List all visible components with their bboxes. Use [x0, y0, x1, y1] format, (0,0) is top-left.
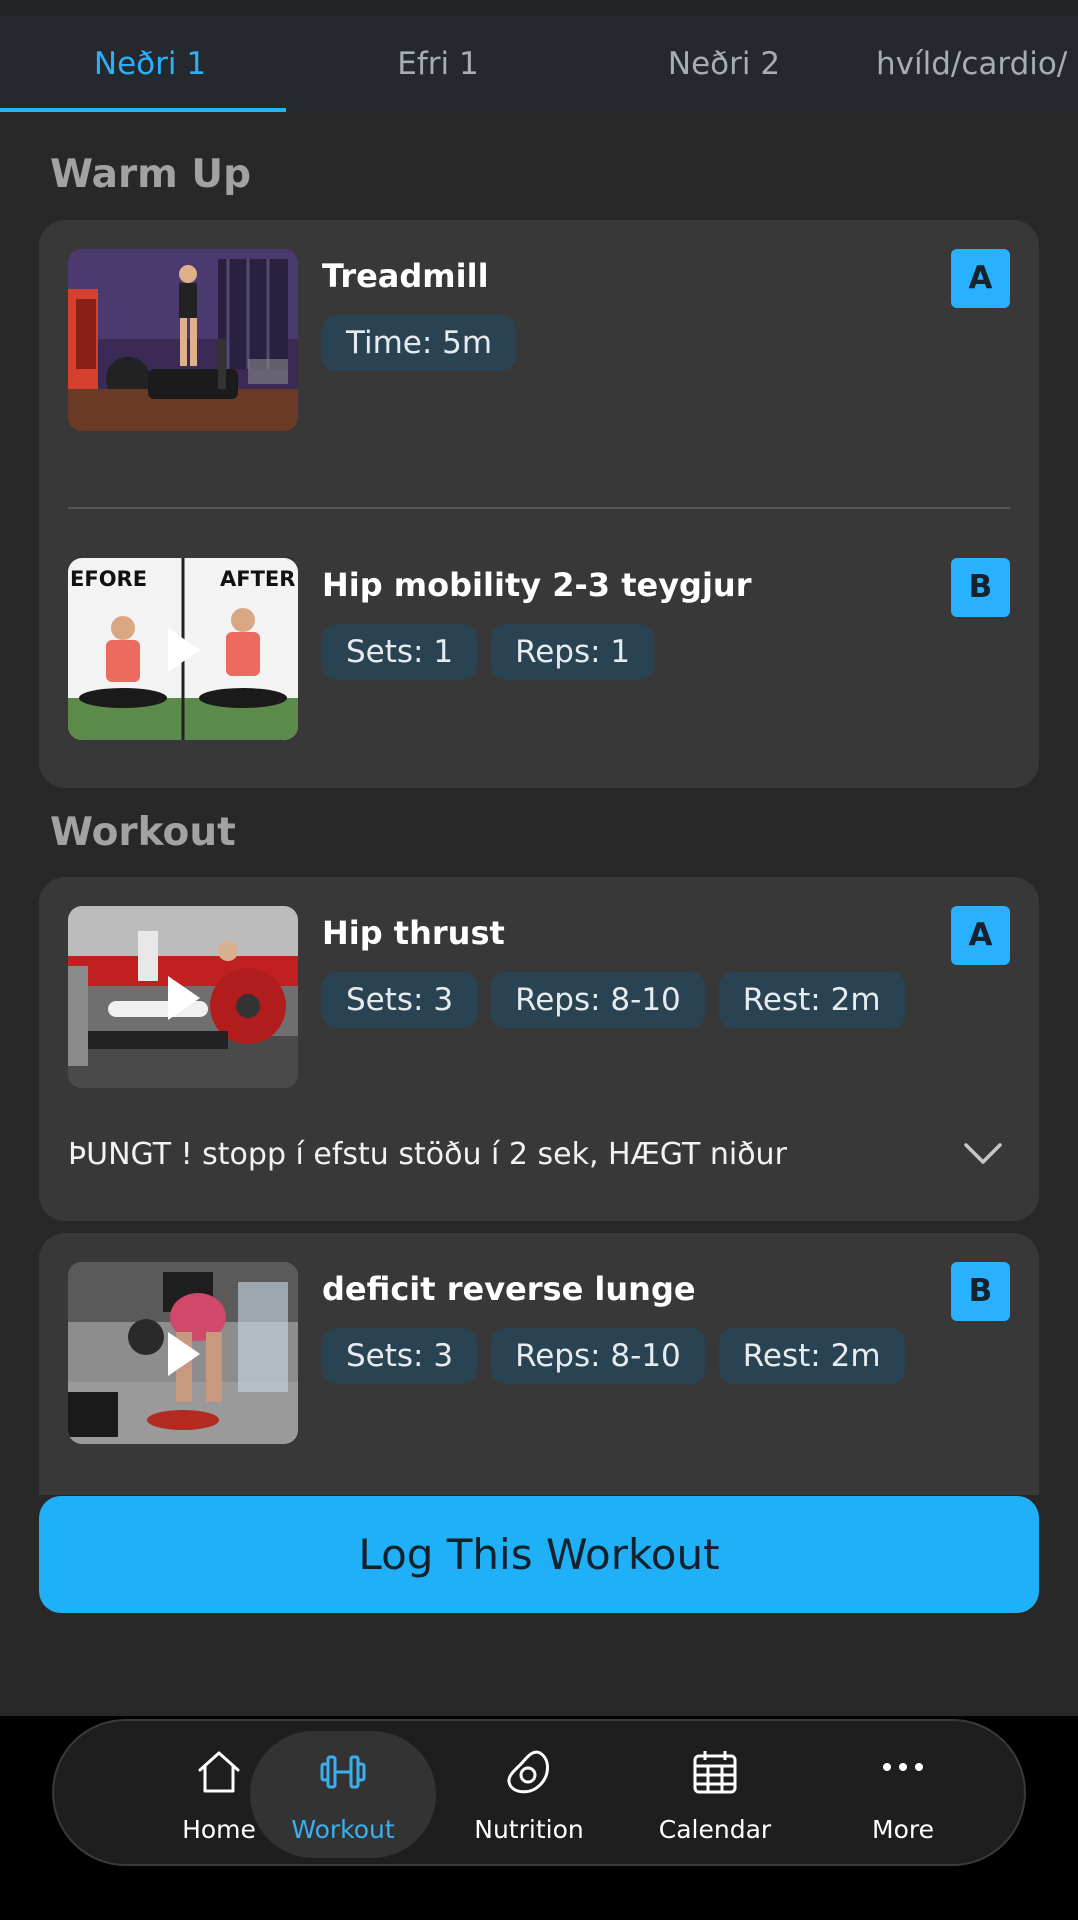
exercise-name: deficit reverse lunge — [322, 1270, 696, 1308]
badge-rest: Rest: 2m — [718, 1328, 905, 1384]
status-bar-strip — [0, 0, 1078, 16]
nav-label: More — [872, 1815, 934, 1844]
nav-item-calendar[interactable]: Calendar — [622, 1731, 808, 1858]
badge-sets: Sets: 1 — [322, 624, 478, 680]
nav-label: Workout — [291, 1815, 395, 1844]
tab-efri-1[interactable]: Efri 1 — [288, 16, 588, 112]
exercise-letter-badge: B — [951, 1262, 1010, 1321]
exercise-row-deficit-reverse-lunge[interactable]: deficit reverse lunge Sets: 3 Reps: 8-10… — [68, 1262, 1010, 1444]
calendar-icon — [693, 1751, 737, 1794]
tab-nedri-2[interactable]: Neðri 2 — [574, 16, 874, 112]
badge-time: Time: 5m — [322, 315, 517, 371]
active-tab-indicator — [0, 108, 286, 112]
exercise-name: Hip thrust — [322, 914, 505, 952]
exercise-badges: Sets: 3 Reps: 8-10 Rest: 2m — [322, 1328, 905, 1384]
workout-day-tabs: Neðri 1 Efri 1 Neðri 2 hvíld/cardio/ — [0, 16, 1078, 112]
exercise-name: Treadmill — [322, 257, 489, 295]
thumb-text-before: EFORE — [70, 567, 147, 591]
nav-item-nutrition[interactable]: Nutrition — [436, 1731, 622, 1858]
tab-nedri-1[interactable]: Neðri 1 — [0, 16, 300, 112]
exercise-name: Hip mobility 2-3 teygjur — [322, 566, 752, 604]
warmup-card: Treadmill Time: 5m A EFORE AFTER Hip mob… — [39, 220, 1039, 788]
divider — [68, 507, 1010, 509]
thumb-text-after: AFTER — [220, 567, 295, 591]
nav-item-more[interactable]: More — [810, 1731, 996, 1858]
badge-reps: Reps: 8-10 — [491, 972, 705, 1028]
log-workout-button[interactable]: Log This Workout — [39, 1496, 1039, 1613]
badge-rest: Rest: 2m — [718, 972, 905, 1028]
exercise-letter-badge: A — [951, 906, 1010, 965]
exercise-thumbnail[interactable] — [68, 1262, 298, 1444]
badge-reps: Reps: 1 — [491, 624, 655, 680]
section-title-workout: Workout — [50, 810, 236, 855]
exercise-letter-badge: B — [951, 558, 1010, 617]
workout-card-hip-thrust: Hip thrust Sets: 3 Reps: 8-10 Rest: 2m A… — [39, 877, 1039, 1221]
section-title-warmup: Warm Up — [50, 152, 251, 197]
exercise-letter-badge: A — [951, 249, 1010, 308]
exercise-badges: Sets: 3 Reps: 8-10 Rest: 2m — [322, 972, 905, 1028]
nav-item-workout[interactable]: Workout — [250, 1731, 436, 1858]
home-icon — [198, 1751, 240, 1793]
workout-card-reverse-lunge: deficit reverse lunge Sets: 3 Reps: 8-10… — [39, 1233, 1039, 1495]
exercise-thumbnail[interactable] — [68, 249, 298, 431]
exercise-row-hip-thrust[interactable]: Hip thrust Sets: 3 Reps: 8-10 Rest: 2m A — [68, 906, 1010, 1088]
nav-label: Nutrition — [474, 1815, 584, 1844]
badge-sets: Sets: 3 — [322, 1328, 478, 1384]
badge-sets: Sets: 3 — [322, 972, 478, 1028]
exercise-badges: Time: 5m — [322, 315, 517, 371]
chevron-down-icon[interactable] — [963, 1141, 1003, 1167]
exercise-row-hip-mobility[interactable]: EFORE AFTER Hip mobility 2-3 teygjur Set… — [68, 558, 1010, 740]
tab-hvild-cardio[interactable]: hvíld/cardio/ — [876, 16, 1078, 112]
avocado-icon — [507, 1750, 549, 1794]
exercise-row-treadmill[interactable]: Treadmill Time: 5m A — [68, 249, 1010, 431]
badge-reps: Reps: 8-10 — [491, 1328, 705, 1384]
dumbbell-icon — [320, 1755, 366, 1789]
exercise-thumbnail[interactable]: EFORE AFTER — [68, 558, 298, 740]
exercise-note: ÞUNGT ! stopp í efstu stöðu í 2 sek, HÆG… — [68, 1137, 787, 1172]
bottom-nav: Home Workout Nutrition Calendar More — [52, 1719, 1026, 1866]
more-icon — [883, 1763, 923, 1771]
exercise-thumbnail[interactable] — [68, 906, 298, 1088]
nav-label: Calendar — [658, 1815, 772, 1844]
exercise-badges: Sets: 1 Reps: 1 — [322, 624, 655, 680]
